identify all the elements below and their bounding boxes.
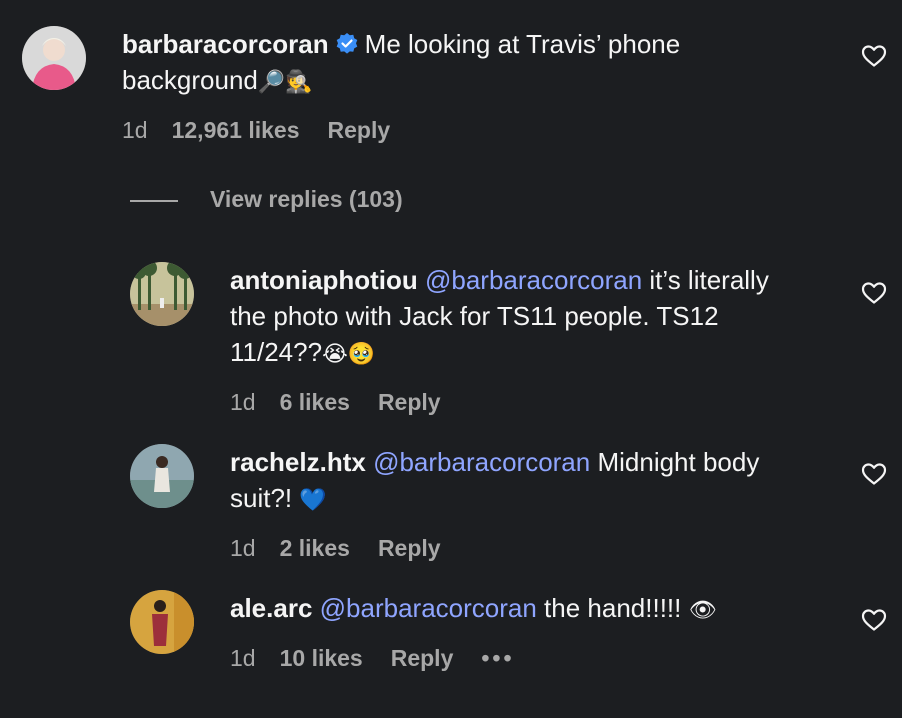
reply-likes[interactable]: 6 likes xyxy=(280,389,350,415)
reply-time: 1d xyxy=(230,389,256,415)
reply-button[interactable]: Reply xyxy=(391,645,454,671)
reply-emoji: 😭🥹 xyxy=(322,342,376,367)
reply-text: Midnight body xyxy=(597,447,760,477)
heart-icon[interactable] xyxy=(861,462,887,486)
view-replies-divider xyxy=(130,199,178,202)
reply-body: antoniaphotiou @barbaracorcoran it’s lit… xyxy=(230,262,850,373)
reply-username[interactable]: rachelz.htx xyxy=(230,447,366,477)
heart-icon[interactable] xyxy=(861,608,887,632)
reply-mention[interactable]: @barbaracorcoran xyxy=(425,265,642,295)
more-options-icon[interactable]: ••• xyxy=(481,645,514,671)
reply-mention[interactable]: @barbaracorcoran xyxy=(320,593,537,623)
main-comment-body: barbaracorcoran Me looking at Travis’ pho… xyxy=(122,26,842,101)
reply-body: rachelz.htx @barbaracorcoran Midnight bo… xyxy=(230,444,850,519)
reply-time: 1d xyxy=(230,535,256,561)
reply-button[interactable]: Reply xyxy=(378,389,441,415)
reply-emoji: 👁 xyxy=(688,598,717,623)
heart-icon[interactable] xyxy=(861,44,887,68)
reply-username[interactable]: ale.arc xyxy=(230,593,312,623)
reply-time: 1d xyxy=(230,645,256,671)
avatar-antoniaphotiou[interactable] xyxy=(130,262,194,326)
comment-emoji: 🔎🕵 xyxy=(257,70,313,95)
reply-meta: 1d 10 likes Reply ••• xyxy=(230,643,543,673)
reply-mention[interactable]: @barbaracorcoran xyxy=(373,447,590,477)
reply-text-line3: 11/24?? xyxy=(230,337,323,367)
reply-likes[interactable]: 10 likes xyxy=(280,645,363,671)
reply-text: it’s literally xyxy=(649,265,769,295)
reply-text-line2: suit?! xyxy=(230,483,293,513)
view-replies-label: View replies (103) xyxy=(210,186,403,212)
view-replies-button[interactable]: View replies (103) xyxy=(130,184,403,214)
avatar-image xyxy=(130,444,194,508)
reply-likes[interactable]: 2 likes xyxy=(280,535,350,561)
reply-text: the hand!!!!! xyxy=(544,593,682,623)
reply-button[interactable]: Reply xyxy=(328,117,391,143)
comment-text: Me looking at Travis’ phone xyxy=(364,29,681,59)
avatar-barbaracorcoran[interactable] xyxy=(22,26,86,90)
main-comment-meta: 1d 12,961 likes Reply xyxy=(122,115,418,145)
avatar-image xyxy=(22,26,86,90)
comment-username[interactable]: barbaracorcoran xyxy=(122,29,329,59)
reply-emoji: 💙 xyxy=(299,488,327,513)
reply-meta: 1d 6 likes Reply xyxy=(230,387,469,417)
reply-text-line2: the photo with Jack for TS11 people. TS1… xyxy=(230,301,719,331)
avatar-image xyxy=(130,262,194,326)
avatar-rachelz-htx[interactable] xyxy=(130,444,194,508)
reply-button[interactable]: Reply xyxy=(378,535,441,561)
verified-badge-icon xyxy=(336,33,357,54)
heart-icon[interactable] xyxy=(861,281,887,305)
avatar-ale-arc[interactable] xyxy=(130,590,194,654)
comment-text-line2: background xyxy=(122,65,258,95)
reply-body: ale.arc @barbaracorcoran the hand!!!!! 👁 xyxy=(230,590,850,629)
reply-username[interactable]: antoniaphotiou xyxy=(230,265,418,295)
comment-time: 1d xyxy=(122,117,148,143)
comment-likes[interactable]: 12,961 likes xyxy=(172,117,300,143)
reply-meta: 1d 2 likes Reply xyxy=(230,533,469,563)
avatar-image xyxy=(130,590,194,654)
